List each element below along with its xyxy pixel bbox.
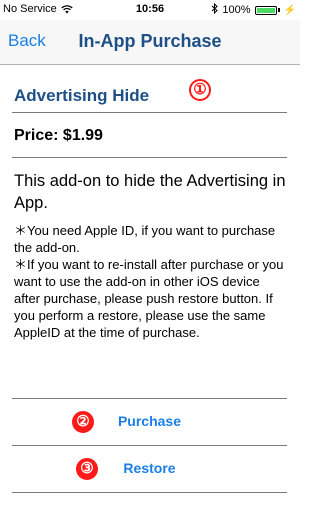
- product-description: This add-on to hide the Advertising in A…: [14, 172, 286, 212]
- restore-row[interactable]: ③ Restore: [12, 445, 287, 493]
- battery-icon: [254, 5, 280, 15]
- marker-1-icon: ①: [189, 79, 211, 101]
- page-title: In-App Purchase: [78, 31, 222, 51]
- status-bar: No Service 10:56 100% ⚡: [0, 0, 300, 20]
- purchase-button[interactable]: Purchase: [12, 413, 287, 429]
- charging-icon: ⚡: [283, 4, 296, 16]
- notes: ＊You need Apple ID, if you want to purch…: [12, 222, 286, 341]
- price-label: Price: $1.99: [14, 127, 103, 144]
- price-row: Price: $1.99: [12, 113, 287, 158]
- purchase-content: Advertising Hide ① Price: $1.99 This add…: [12, 64, 287, 341]
- nav-bar: Back In-App Purchase: [0, 20, 300, 65]
- note-restore: ＊If you want to re-install after purchas…: [14, 257, 284, 340]
- product-title: Advertising Hide: [14, 86, 150, 105]
- restore-button[interactable]: Restore: [12, 460, 287, 476]
- battery-percent: 100%: [222, 4, 251, 16]
- purchase-row[interactable]: ② Purchase: [12, 398, 287, 445]
- bluetooth-icon: [211, 2, 219, 17]
- status-right: 100% ⚡: [211, 2, 296, 17]
- note-apple-id: ＊You need Apple ID, if you want to purch…: [14, 223, 276, 255]
- product-title-row: Advertising Hide ①: [12, 64, 287, 113]
